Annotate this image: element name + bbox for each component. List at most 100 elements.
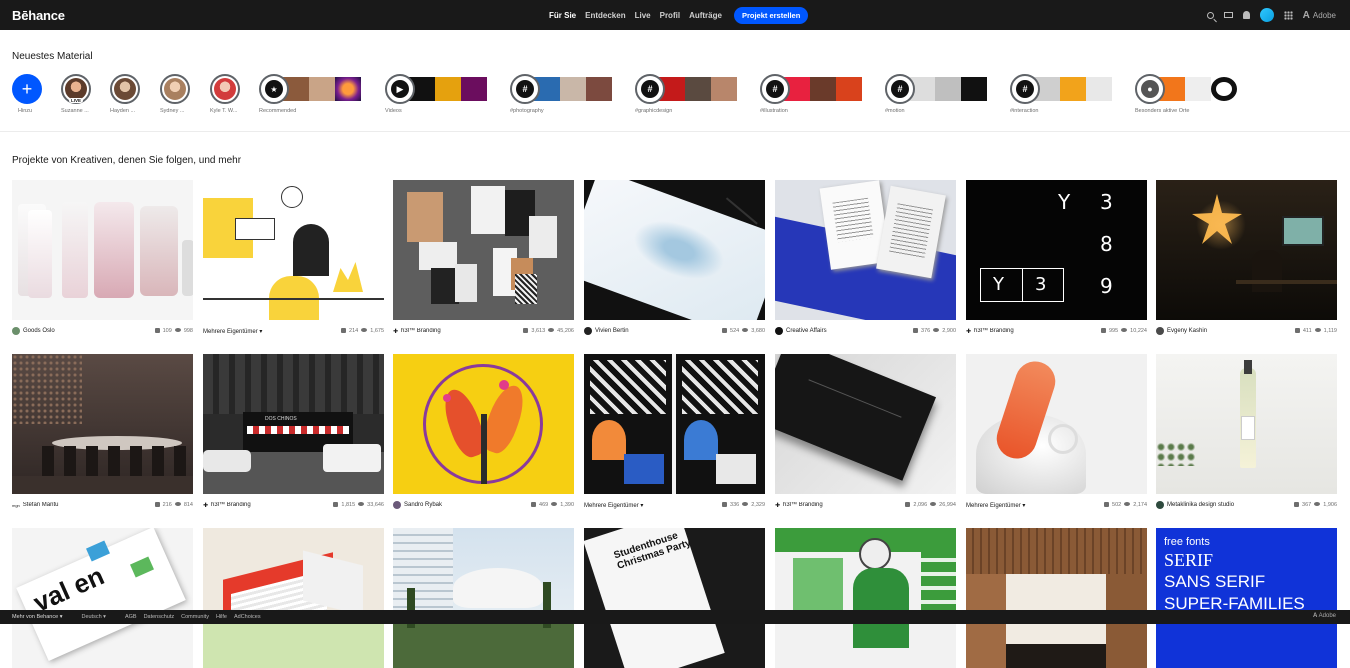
owner-name[interactable]: Stefan Mantu	[23, 502, 59, 508]
nav-discover[interactable]: Entdecken	[585, 11, 625, 20]
project-cover[interactable]: Y 3 8 9 Y 3	[966, 180, 1147, 320]
project-card[interactable]: mgn Stefan Mantu 216 814	[12, 354, 193, 508]
owner-name[interactable]: h3l™ Branding	[211, 502, 251, 508]
project-cover[interactable]	[1156, 354, 1337, 494]
story-user[interactable]: Sydney ...	[160, 74, 190, 114]
project-card[interactable]	[966, 528, 1147, 668]
project-cover[interactable]	[775, 180, 956, 320]
user-avatar[interactable]	[1259, 8, 1274, 22]
project-card[interactable]: Studenthouse Christmas Party	[584, 528, 765, 668]
owner-logo[interactable]: mgn	[12, 503, 20, 508]
project-card[interactable]	[775, 528, 956, 668]
story-motion[interactable]: # #motion	[885, 74, 987, 114]
story-places[interactable]: ● Besonders aktive Orte	[1135, 74, 1237, 114]
story-user[interactable]: LIVE Suzanne ...	[61, 74, 91, 114]
multiple-owners-dropdown[interactable]: Mehrere Eigentümer ▾	[203, 328, 262, 335]
project-cover[interactable]: DOS CHINOS	[203, 354, 384, 494]
owner-avatar[interactable]	[12, 327, 20, 335]
story-photography[interactable]: # #photography	[510, 74, 612, 114]
project-cover[interactable]	[1156, 180, 1337, 320]
project-meta: ✚ h3l™ Branding 995 10,224	[966, 326, 1147, 336]
multiple-owners-dropdown[interactable]: Mehrere Eigentümer ▾	[966, 502, 1025, 509]
footer-privacy[interactable]: Datenschutz	[144, 614, 175, 620]
project-cover[interactable]	[12, 354, 193, 494]
owner-name[interactable]: h3l™ Branding	[783, 502, 823, 508]
owner-name[interactable]: h3l™ Branding	[974, 328, 1014, 334]
footer-adchoices[interactable]: AdChoices	[234, 614, 261, 620]
nav-live[interactable]: Live	[635, 11, 651, 20]
plus-icon[interactable]: +	[12, 74, 42, 104]
project-cover[interactable]	[393, 354, 574, 494]
project-cover[interactable]: free fonts SERIF SANS SERIF SUPER-FAMILI…	[1156, 528, 1337, 668]
project-cover[interactable]	[203, 528, 384, 668]
owner-name[interactable]: h3l™ Branding	[401, 328, 441, 334]
footer-adobe[interactable]: A Adobe	[1313, 613, 1336, 619]
project-card[interactable]: free fonts SERIF SANS SERIF SUPER-FAMILI…	[1156, 528, 1337, 668]
project-cover[interactable]	[203, 180, 384, 320]
nav-profile[interactable]: Profil	[660, 11, 680, 20]
project-card[interactable]: Goods Oslo 109 998	[12, 180, 193, 335]
multiple-owners-dropdown[interactable]: Mehrere Eigentümer ▾	[584, 502, 643, 509]
project-card[interactable]: val en	[12, 528, 193, 668]
owner-name[interactable]: Vivien Bertin	[595, 328, 629, 334]
project-card[interactable]: Sandro Rybak 469 1,390	[393, 354, 574, 509]
nav-jobs[interactable]: Aufträge	[689, 11, 722, 20]
owner-avatar[interactable]	[1156, 501, 1164, 509]
owner-name[interactable]: Creative Affairs	[786, 328, 827, 334]
project-cover[interactable]	[393, 528, 574, 668]
adobe-link[interactable]: A Adobe	[1303, 10, 1336, 21]
project-cover[interactable]	[775, 528, 956, 668]
project-card[interactable]: ✚ h3l™ Branding 2,096 26,994	[775, 354, 956, 509]
project-cover[interactable]	[584, 354, 765, 494]
story-user[interactable]: Kyle T. W...	[210, 74, 240, 114]
story-interaction[interactable]: # #interaction	[1010, 74, 1112, 114]
project-cover[interactable]	[966, 528, 1147, 668]
project-cover[interactable]	[584, 180, 765, 320]
nav-for-you[interactable]: Für Sie	[549, 11, 576, 20]
behance-logo[interactable]: Bēhance	[12, 8, 65, 23]
footer-help[interactable]: Hilfe	[216, 614, 227, 620]
project-cover[interactable]	[775, 354, 956, 494]
footer-community[interactable]: Community	[181, 614, 209, 620]
project-cover[interactable]	[393, 180, 574, 320]
project-card[interactable]: Creative Affairs 376 2,900	[775, 180, 956, 335]
project-card[interactable]: Mehrere Eigentümer ▾ 336 2,329	[584, 354, 765, 509]
story-graphicdesign[interactable]: # #graphicdesign	[635, 74, 737, 114]
create-project-button[interactable]: Projekt erstellen	[733, 6, 809, 24]
story-add[interactable]: + Hinzu	[12, 74, 42, 114]
project-card[interactable]: Evgeny Kashin 411 1,119	[1156, 180, 1337, 335]
story-user[interactable]: Hayden ...	[110, 74, 140, 114]
project-cover[interactable]: val en	[12, 528, 193, 668]
project-card[interactable]: DOS CHINOS ✚ h3l™ Branding 1,815 33,646	[203, 354, 384, 509]
project-card[interactable]: Mehrere Eigentümer ▾ 214 1,675	[203, 180, 384, 335]
story-videos[interactable]: ▶ Videos	[385, 74, 487, 114]
like-count: 411	[1302, 328, 1312, 334]
owner-name[interactable]: Metaklinika design studio	[1167, 502, 1234, 508]
owner-avatar[interactable]	[584, 327, 592, 335]
mail-icon[interactable]	[1223, 12, 1233, 18]
project-card[interactable]: Metaklinika design studio 367 1,906	[1156, 354, 1337, 509]
project-card[interactable]	[393, 528, 574, 668]
story-illustration[interactable]: # #illustration	[760, 74, 862, 114]
footer-terms[interactable]: AGB	[125, 614, 137, 620]
project-card[interactable]: Vivien Bertin 524 3,680	[584, 180, 765, 335]
apps-grid-icon[interactable]	[1283, 10, 1293, 20]
project-cover[interactable]	[12, 180, 193, 320]
owner-avatar[interactable]	[775, 327, 783, 335]
bell-icon[interactable]	[1242, 11, 1250, 19]
owner-name[interactable]: Sandro Rybak	[404, 502, 442, 508]
project-card[interactable]	[203, 528, 384, 668]
footer-more-behance[interactable]: Mehr von Behance ▾	[12, 614, 62, 620]
owner-name[interactable]: Goods Oslo	[23, 328, 55, 334]
footer-language[interactable]: Deutsch ▾	[81, 614, 105, 620]
project-card[interactable]: Mehrere Eigentümer ▾ 502 2,174	[966, 354, 1147, 509]
project-card[interactable]: Y 3 8 9 Y 3 ✚ h3l™ Branding 995 10,224	[966, 180, 1147, 335]
project-cover[interactable]	[966, 354, 1147, 494]
project-cover[interactable]: Studenthouse Christmas Party	[584, 528, 765, 668]
owner-avatar[interactable]	[393, 501, 401, 509]
story-recommended[interactable]: ★ Recommended	[259, 74, 361, 114]
project-card[interactable]: ✚ h3l™ Branding 3,613 45,206	[393, 180, 574, 335]
search-icon[interactable]	[1206, 11, 1214, 19]
owner-name[interactable]: Evgeny Kashin	[1167, 328, 1207, 334]
owner-avatar[interactable]	[1156, 327, 1164, 335]
